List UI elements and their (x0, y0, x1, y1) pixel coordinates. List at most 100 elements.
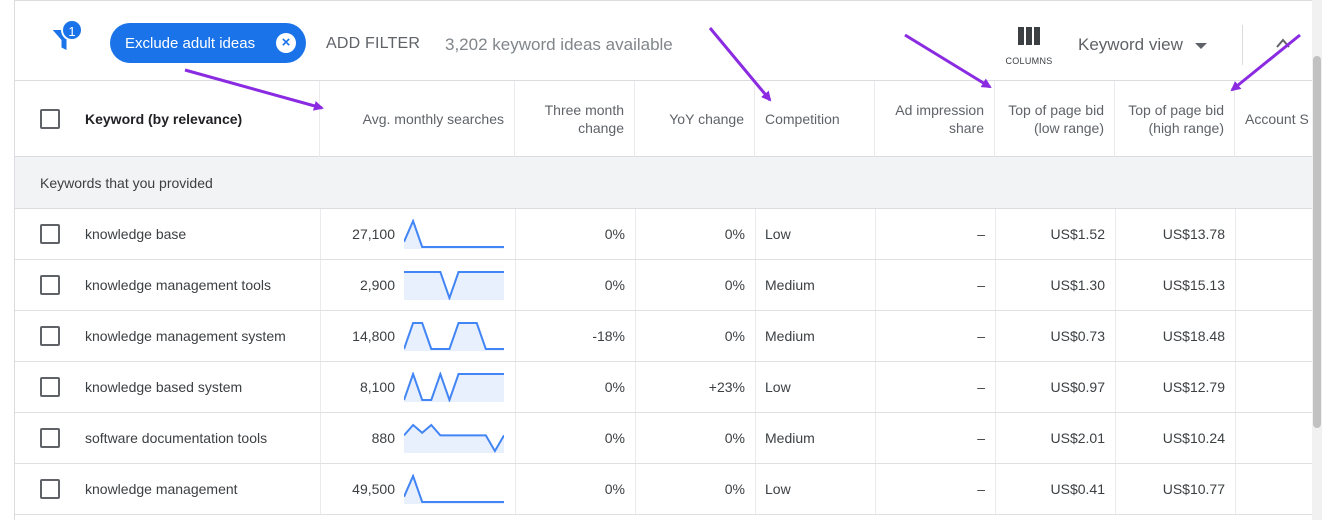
columns-button[interactable]: COLUMNS (999, 27, 1059, 66)
keyword-cell: knowledge base (85, 226, 187, 242)
header-keyword[interactable]: Keyword (by relevance) (15, 81, 320, 157)
row-checkbox[interactable] (40, 326, 60, 346)
column-divider (515, 464, 516, 514)
trend-sparkline (404, 219, 504, 249)
header-three-month-change[interactable]: Three month change (515, 81, 635, 157)
column-divider (635, 311, 636, 361)
avg-searches-cell: 49,500 (352, 481, 395, 497)
filter-toolbar: 1 Exclude adult ideas × ADD FILTER 3,202… (15, 1, 1312, 81)
header-top-bid-high[interactable]: Top of page bid (high range) (1115, 81, 1235, 157)
header-account-status[interactable]: Account S (1235, 81, 1312, 157)
ad-impression-share-cell: – (977, 277, 985, 293)
keyword-cell: knowledge based system (85, 379, 243, 395)
top-bid-high-cell: US$13.78 (1162, 226, 1225, 242)
top-bid-low-cell: US$2.01 (1050, 430, 1105, 446)
top-bid-low-cell: US$0.97 (1050, 379, 1105, 395)
scrollbar-thumb[interactable] (1313, 56, 1321, 428)
column-divider (1115, 362, 1116, 412)
column-divider (635, 209, 636, 259)
caret-down-icon (1194, 42, 1207, 49)
table-row[interactable]: knowledge base 27,100 0% 0% Low – US$1.52 US$13… (15, 209, 1312, 260)
avg-searches-cell: 880 (371, 430, 395, 446)
keyword-cell: knowledge management system (85, 328, 286, 344)
column-divider (1115, 311, 1116, 361)
avg-searches-cell: 14,800 (352, 328, 395, 344)
ad-impression-share-cell: – (977, 226, 985, 242)
header-top-bid-low[interactable]: Top of page bid (low range) (995, 81, 1115, 157)
top-bid-high-cell: US$18.48 (1162, 328, 1225, 344)
chevron-up-icon[interactable] (1275, 37, 1291, 49)
top-bid-high-cell: US$10.24 (1162, 430, 1225, 446)
row-checkbox[interactable] (40, 275, 60, 295)
column-divider (1115, 464, 1116, 514)
column-divider (1235, 413, 1236, 463)
columns-icon (1018, 27, 1040, 45)
trend-sparkline (404, 372, 504, 402)
column-divider (755, 413, 756, 463)
column-divider (320, 464, 321, 514)
column-divider (875, 209, 876, 259)
column-divider (1235, 260, 1236, 310)
yoy-change-cell: 0% (724, 277, 745, 293)
top-bid-low-cell: US$0.73 (1050, 328, 1105, 344)
yoy-change-cell: +23% (708, 379, 745, 395)
column-divider (320, 209, 321, 259)
yoy-change-cell: 0% (724, 481, 745, 497)
column-divider (1235, 209, 1236, 259)
header-competition[interactable]: Competition (755, 81, 875, 157)
row-checkbox[interactable] (40, 479, 60, 499)
three-month-change-cell: 0% (604, 430, 625, 446)
competition-cell: Medium (765, 430, 815, 446)
section-header: Keywords that you provided (15, 157, 1312, 209)
top-bid-high-cell: US$10.77 (1162, 481, 1225, 497)
column-divider (995, 311, 996, 361)
columns-label: COLUMNS (1005, 56, 1053, 66)
competition-cell: Low (765, 379, 791, 395)
top-bid-low-cell: US$0.41 (1050, 481, 1105, 497)
keyword-view-dropdown[interactable]: Keyword view (1078, 35, 1207, 55)
table-row[interactable]: knowledge management tools 2,900 0% 0% Mediu… (15, 260, 1312, 311)
column-divider (1115, 209, 1116, 259)
column-divider (1235, 464, 1236, 514)
avg-searches-cell: 2,900 (359, 277, 395, 293)
ad-impression-share-cell: – (977, 328, 985, 344)
table-row[interactable]: knowledge management 49,500 0% 0% Low – US$0.4… (15, 464, 1312, 515)
column-divider (1235, 311, 1236, 361)
column-divider (320, 311, 321, 361)
header-avg-monthly-searches[interactable]: Avg. monthly searches (320, 81, 515, 157)
table-row[interactable]: knowledge based system 8,100 0% +23% Low – US$… (15, 362, 1312, 413)
column-divider (995, 260, 996, 310)
column-divider (1115, 413, 1116, 463)
table-row[interactable]: software documentation tools 880 0% 0% Mediu… (15, 413, 1312, 464)
column-divider (755, 311, 756, 361)
add-filter-button[interactable]: ADD FILTER (326, 35, 420, 53)
column-divider (995, 362, 996, 412)
column-divider (515, 260, 516, 310)
column-divider (995, 209, 996, 259)
exclude-adult-ideas-chip[interactable]: Exclude adult ideas × (110, 23, 306, 63)
table-row[interactable]: knowledge management system 14,800 -18% 0% M… (15, 311, 1312, 362)
row-checkbox[interactable] (40, 224, 60, 244)
header-ad-impression-share[interactable]: Ad impression share (875, 81, 995, 157)
competition-cell: Medium (765, 277, 815, 293)
column-divider (875, 260, 876, 310)
three-month-change-cell: -18% (592, 328, 625, 344)
three-month-change-cell: 0% (604, 481, 625, 497)
yoy-change-cell: 0% (724, 328, 745, 344)
row-checkbox[interactable] (40, 428, 60, 448)
ad-impression-share-cell: – (977, 379, 985, 395)
column-divider (875, 362, 876, 412)
three-month-change-cell: 0% (604, 379, 625, 395)
trend-sparkline (404, 474, 504, 504)
close-circle-icon[interactable]: × (276, 33, 296, 53)
trend-sparkline (404, 271, 504, 300)
trend-sparkline (404, 322, 504, 351)
column-divider (320, 260, 321, 310)
avg-searches-cell: 8,100 (359, 379, 395, 395)
header-yoy-change[interactable]: YoY change (635, 81, 755, 157)
three-month-change-cell: 0% (604, 277, 625, 293)
column-divider (635, 464, 636, 514)
row-checkbox[interactable] (40, 377, 60, 397)
column-divider (635, 413, 636, 463)
column-divider (515, 209, 516, 259)
